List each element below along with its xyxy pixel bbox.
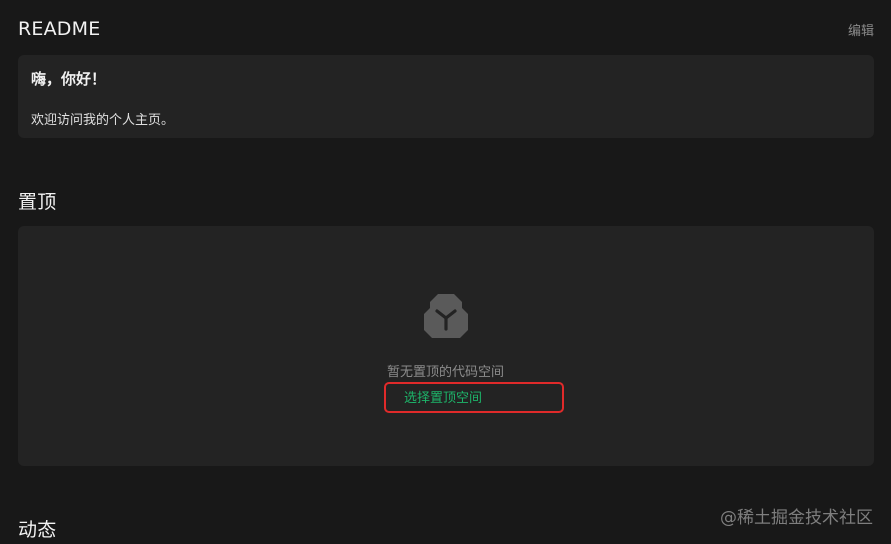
empty-state-text: 暂无置顶的代码空间 xyxy=(0,361,891,380)
empty-state-label: 暂无置顶的代码空间 xyxy=(386,365,504,380)
profile-page: README 编辑 嗨，你好！ 欢迎访问我的个人主页。 置顶 暂无置顶的代码空间… xyxy=(0,0,891,544)
readme-header: README 编辑 xyxy=(18,16,874,42)
watermark: @稀土掘金技术社区 xyxy=(720,508,873,528)
pinned-card xyxy=(18,226,874,466)
readme-card: 嗨，你好！ 欢迎访问我的个人主页。 xyxy=(18,55,874,138)
pinned-title: 置顶 xyxy=(18,191,57,213)
highlight-annotation-box xyxy=(384,382,564,413)
readme-title: README xyxy=(18,18,101,40)
cube-box-icon xyxy=(424,294,468,338)
readme-heading: 嗨，你好！ xyxy=(31,70,107,88)
edit-readme-button[interactable]: 编辑 xyxy=(848,20,874,39)
activity-title: 动态 xyxy=(18,519,57,541)
readme-text: 欢迎访问我的个人主页。 xyxy=(31,113,175,128)
